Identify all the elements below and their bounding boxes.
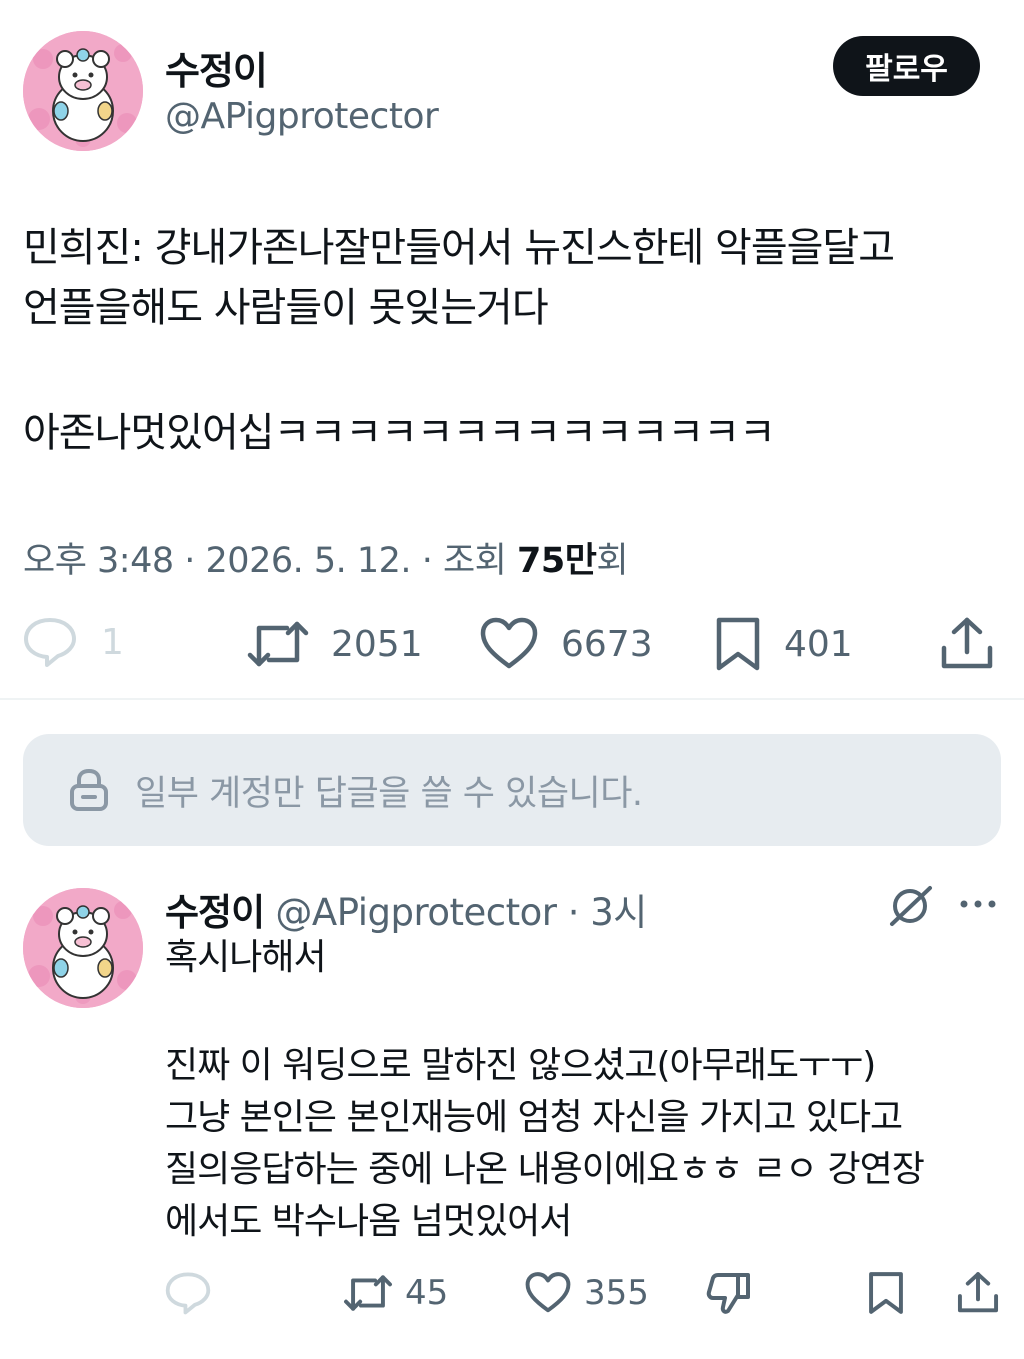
grok-icon[interactable] — [888, 884, 934, 928]
heart-icon — [525, 1272, 571, 1313]
share-icon — [941, 617, 993, 669]
lock-icon — [70, 768, 108, 811]
reply-header: 수정이 @APigprotector · 3시 — [165, 882, 647, 936]
reply-count: 1 — [101, 621, 124, 663]
retweet-icon — [344, 1275, 392, 1311]
retweet-icon — [247, 621, 309, 667]
views-count[interactable]: 75만 — [517, 541, 597, 581]
heart-icon — [480, 617, 538, 669]
retweet-button[interactable]: 2051 — [247, 616, 423, 672]
speech-bubble-icon — [165, 1272, 211, 1315]
reply-retweet-count: 45 — [405, 1273, 449, 1313]
like-count: 6673 — [561, 623, 653, 665]
reply-retweet-button[interactable]: 45 — [343, 1271, 448, 1315]
bookmark-icon — [869, 1272, 903, 1314]
reply-text-line: 혹시나해서 — [165, 937, 327, 978]
reply-dislike-button[interactable] — [706, 1271, 752, 1315]
meta-separator: · — [421, 541, 443, 581]
reply-button[interactable]: 1 — [23, 616, 124, 668]
tweet-time[interactable]: 오후 3:48 — [23, 541, 174, 581]
reply-text-line: 그냥 본인은 본인재능에 엄청 자신을 가지고 있다고 — [165, 1097, 903, 1138]
meta-separator: · — [184, 541, 206, 581]
share-icon — [957, 1272, 999, 1313]
tweet-text-line: 아존나멋있어십ㅋㅋㅋㅋㅋㅋㅋㅋㅋㅋㅋㅋㅋㅋ — [23, 410, 776, 456]
bookmark-count: 401 — [784, 623, 853, 665]
reply-time[interactable]: 3시 — [590, 891, 647, 934]
dislike-icon — [706, 1273, 750, 1314]
reply-text-line: 에서도 박수나옴 넘멋있어서 — [165, 1201, 572, 1242]
reply-restriction-banner: 일부 계정만 답글을 쓸 수 있습니다. — [23, 734, 1001, 846]
author-name[interactable]: 수정이 — [165, 40, 268, 95]
follow-button[interactable]: 팔로우 — [833, 36, 980, 96]
speech-bubble-icon — [24, 618, 76, 667]
reply-restriction-text: 일부 계정만 답글을 쓸 수 있습니다. — [135, 773, 643, 814]
reply-bookmark-button[interactable] — [866, 1271, 906, 1315]
bookmark-button[interactable]: 401 — [714, 616, 853, 672]
reply-author-name[interactable]: 수정이 — [165, 891, 265, 934]
tweet-text-line: 언플을해도 사람들이 못잊는거다 — [23, 285, 549, 331]
reply-author-avatar[interactable] — [23, 888, 143, 1008]
tweet-date[interactable]: 2026. 5. 12. — [206, 541, 412, 581]
reply-share-button[interactable] — [956, 1271, 1000, 1315]
reply-reply-button[interactable] — [165, 1271, 211, 1315]
tweet-detail-page: 수정이 @APigprotector 팔로우 민희진: 걍내가존나잘만들어서 뉴… — [0, 0, 1024, 1359]
views-suffix: 회 — [596, 541, 629, 581]
author-handle[interactable]: @APigprotector — [165, 96, 439, 137]
more-dots-icon[interactable] — [958, 896, 998, 912]
author-avatar[interactable] — [23, 31, 143, 151]
section-divider — [0, 698, 1024, 700]
share-button[interactable] — [940, 616, 994, 672]
views-label: 조회 — [442, 541, 507, 581]
reply-like-count: 355 — [584, 1273, 649, 1313]
tweet-text: 민희진: 걍내가존나잘만들어서 뉴진스한테 악플을달고 언플을해도 사람들이 못… — [23, 218, 1003, 463]
reply-author-handle[interactable]: @APigprotector — [275, 891, 557, 934]
bear-character-avatar-image — [23, 888, 143, 1008]
tweet-meta: 오후 3:48 · 2026. 5. 12. · 조회 75만회 — [23, 532, 629, 583]
meta-separator: · — [556, 891, 591, 934]
reply-text-line: 진짜 이 워딩으로 말하진 않으셨고(아무래도ㅜㅜ) — [165, 1045, 876, 1086]
bookmark-icon — [716, 617, 760, 671]
like-button[interactable]: 6673 — [479, 616, 653, 672]
reply-like-button[interactable]: 355 — [524, 1271, 649, 1315]
reply-text-line: 질의응답하는 중에 나온 내용이에요ㅎㅎ ㄹㅇ 강연장 — [165, 1149, 925, 1190]
tweet-text-line: 민희진: 걍내가존나잘만들어서 뉴진스한테 악플을달고 — [23, 225, 895, 271]
reply-text: 혹시나해서 진짜 이 워딩으로 말하진 않으셨고(아무래도ㅜㅜ) 그냥 본인은 … — [165, 932, 1015, 1248]
retweet-count: 2051 — [331, 623, 423, 665]
bear-character-avatar-image — [23, 31, 143, 151]
